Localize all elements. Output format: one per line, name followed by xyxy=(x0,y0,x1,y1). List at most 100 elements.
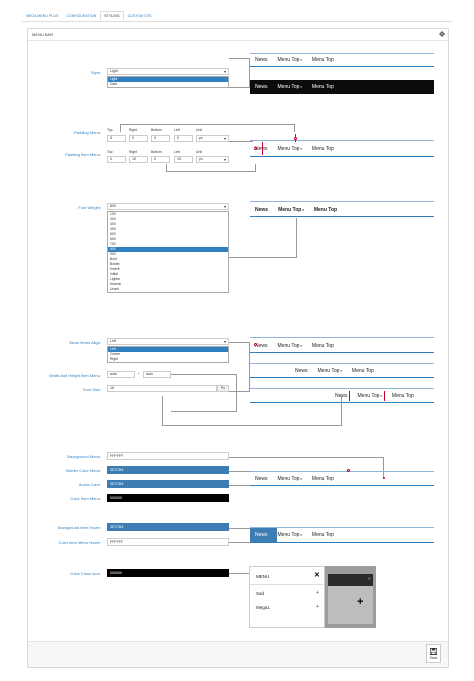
preview-center-menu-top-2: Menu Top xyxy=(351,367,374,374)
tab-configuration[interactable]: CONFIGURATION xyxy=(62,11,100,21)
padding-menu-label: Padding Menu: xyxy=(74,130,101,135)
preview-fw-menu-top: Menu Top▾ xyxy=(278,206,304,213)
plus-icon: + xyxy=(357,596,364,608)
preview-padding-bottomline xyxy=(250,156,434,157)
mobile-menu-preview: MENU ✕ Sad + Mega1 + xyxy=(249,566,325,628)
font-size-connector xyxy=(162,396,342,426)
preview-padding-menu: News Menu Top▾ Menu Top xyxy=(250,143,339,154)
preview-center-bottomline xyxy=(250,377,434,378)
width-input[interactable]: auto xyxy=(107,371,135,378)
border-color-input[interactable]: 3E7CB4 xyxy=(107,466,229,474)
color-item-input[interactable]: 000000 xyxy=(107,494,229,502)
padding-menu-unit-select[interactable]: px xyxy=(196,135,229,142)
hover-connector xyxy=(229,528,252,543)
arrow-color-label: Arrow Color: xyxy=(78,482,101,487)
gear-icon[interactable] xyxy=(439,31,445,37)
padding-item-left-input[interactable]: 10 xyxy=(174,156,193,163)
mobile-overlay-close-icon: ✕ xyxy=(367,576,371,581)
style-option-dark[interactable]: Dark xyxy=(108,82,228,87)
bg-item-hover-label: Background Item Hover: xyxy=(57,525,101,530)
color-item-label: Color Item Menu: xyxy=(70,496,101,501)
save-button[interactable]: Save xyxy=(426,644,441,663)
bg-item-hover-input[interactable]: 3E7CB4 xyxy=(107,523,229,531)
tab-custom-css[interactable]: CUSTOM CSS xyxy=(124,11,156,21)
padding-connector-top xyxy=(120,124,295,132)
preview-padding-topline xyxy=(250,140,434,141)
preview-right-menu-top-2: Menu Top xyxy=(391,392,414,399)
border-color-label: Border Color Menu: xyxy=(66,468,101,473)
pad-head-top: Top xyxy=(107,128,113,132)
font-size-label: Font Size: xyxy=(82,387,101,392)
preview-dark-menu-top-2: Menu Top xyxy=(311,84,334,90)
style-label: Style: xyxy=(90,70,101,75)
mobile-overlay-bar: ✕ xyxy=(328,574,373,586)
mobile-item-sad[interactable]: Sad xyxy=(256,591,264,596)
preview-align-left: News Menu Top▾ Menu Top xyxy=(250,340,339,351)
color-item-hover-label: Color Item Menu Hover: xyxy=(58,540,101,545)
close-icon-color-input[interactable]: 000000 xyxy=(107,569,229,577)
align-option-right[interactable]: Right xyxy=(108,357,228,362)
padding-item-label: Padding Item Menu: xyxy=(65,152,101,157)
font-weight-select[interactable]: 800 xyxy=(107,203,229,210)
save-label: Save xyxy=(429,655,438,660)
arrow-color-input[interactable]: 3E7CB4 xyxy=(107,480,229,488)
close-icon-color-label: Color Close Icon: xyxy=(70,571,101,576)
padding-item-top-input[interactable]: 0 xyxy=(107,156,126,163)
floppy-disk-icon xyxy=(430,647,437,655)
preview-fw-menu: News Menu Top▾ Menu Top xyxy=(250,204,342,215)
color-item-hover-input[interactable]: FFFFFF xyxy=(107,538,229,546)
padding-menu-top-input[interactable]: 5 xyxy=(107,135,126,142)
panel-footer: Save xyxy=(28,641,448,667)
bg-menu-color-input[interactable]: FFFFFF xyxy=(107,452,229,460)
align-dropdown: Left Center Right xyxy=(107,346,229,363)
close-icon[interactable]: ✕ xyxy=(314,571,320,579)
padding-menu-left-input[interactable]: 0 xyxy=(174,135,193,142)
size-marker-right xyxy=(384,391,385,401)
style-select[interactable]: Light xyxy=(107,68,229,75)
preview-color-bottomline xyxy=(250,485,434,486)
arrow-color-dot xyxy=(383,477,385,479)
preview-hover-topline xyxy=(250,527,434,528)
padding-item-bottom-input[interactable]: 0 xyxy=(151,156,170,163)
mobile-overlay-body: + xyxy=(328,586,373,624)
pad-item-head-bottom: Bottom xyxy=(151,150,162,154)
plus-icon[interactable]: + xyxy=(316,590,319,596)
tab-bar: MEGA MENU PLUS CONFIGURATION STYLING CUS… xyxy=(22,11,156,21)
padding-menu-bottom-input[interactable]: 0 xyxy=(151,135,170,142)
padding-connector-mid xyxy=(229,141,253,142)
preview-color-menu-top-2: Menu Top xyxy=(311,475,334,482)
padding-item-unit-select[interactable]: px xyxy=(196,156,229,163)
preview-hover-menu-top: Menu Top▾ xyxy=(277,531,302,538)
padding-menu-right-input[interactable]: 0 xyxy=(129,135,148,142)
align-label: Menu Items Align: xyxy=(69,340,101,345)
tab-mega-menu-plus[interactable]: MEGA MENU PLUS xyxy=(22,11,62,21)
fw-option[interactable]: Unset xyxy=(108,287,228,292)
mobile-item-mega1[interactable]: Mega1 xyxy=(256,605,270,610)
plus-icon[interactable]: + xyxy=(316,604,319,610)
bg-menu-label: Background Menu: xyxy=(67,454,101,459)
preview-dark-news: News xyxy=(255,84,268,90)
preview-color-topline xyxy=(250,471,434,472)
align-left-dot xyxy=(254,343,257,346)
preview-right-topline xyxy=(250,388,434,389)
mobile-divider xyxy=(250,584,325,585)
preview-padding-menu-top-2: Menu Top xyxy=(311,145,334,152)
preview-color-news: News xyxy=(255,475,268,482)
preview-right-menu-top: Menu Top▾ xyxy=(357,392,382,399)
preview-news: News xyxy=(255,56,268,63)
preview-menu-top: Menu Top▾ xyxy=(277,56,302,63)
align-select[interactable]: Left xyxy=(107,338,229,345)
height-input[interactable]: auto xyxy=(143,371,171,378)
pad-item-head-left: Left xyxy=(174,150,180,154)
preview-menu-top-2: Menu Top xyxy=(311,56,334,63)
font-weight-connector xyxy=(229,218,297,258)
padding-item-right-input[interactable]: 10 xyxy=(129,156,148,163)
preview-center-menu-top: Menu Top▾ xyxy=(317,367,342,374)
tab-styling[interactable]: STYLING xyxy=(100,11,124,21)
panel-title: MENU BAR xyxy=(32,32,54,37)
preview-hover-menu-top-2: Menu Top xyxy=(311,531,334,538)
style-dropdown: Light Dark xyxy=(107,76,229,88)
preview-hover-bottomline xyxy=(250,542,434,543)
mobile-overlay: ✕ + xyxy=(325,566,376,628)
preview-fw-bottomline xyxy=(250,216,434,217)
